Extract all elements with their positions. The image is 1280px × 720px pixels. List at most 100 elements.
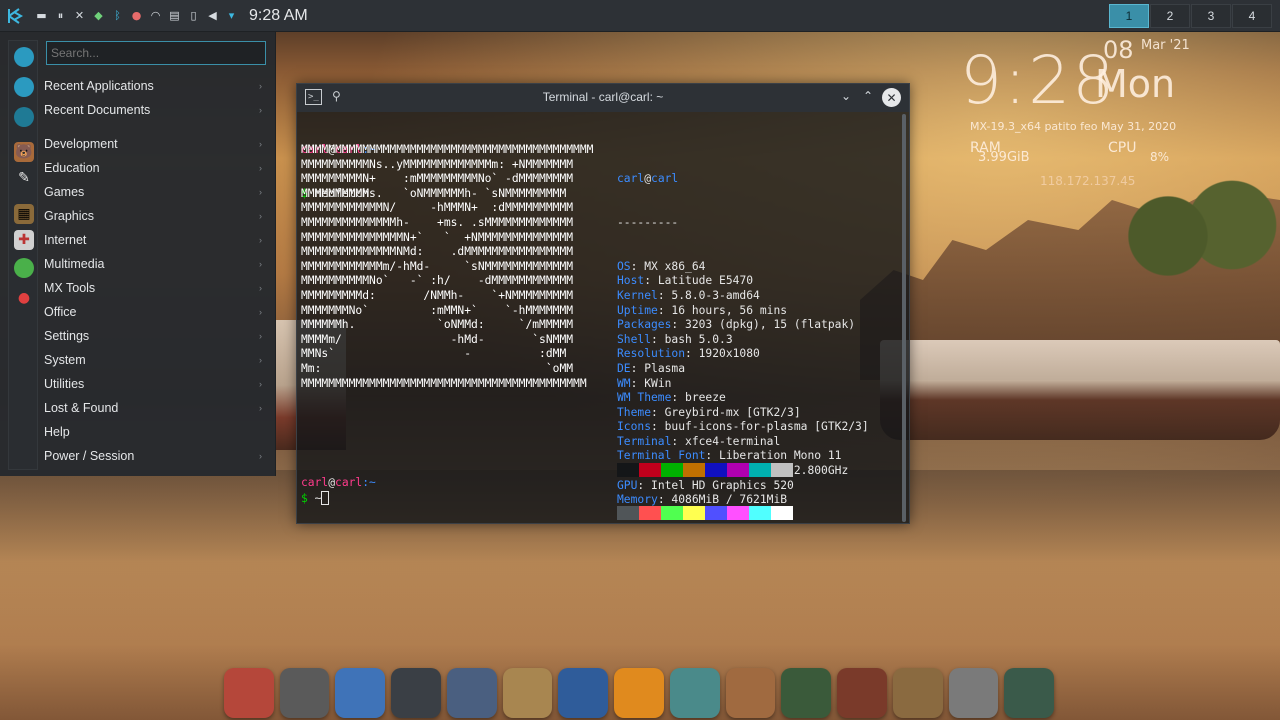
desktop-1-button[interactable]: 1 — [1109, 4, 1149, 28]
color-swatch — [705, 506, 727, 521]
color-swatch — [617, 463, 639, 478]
clipboard-icon[interactable]: ▤ — [167, 8, 182, 23]
menu-item-games[interactable]: Games › — [38, 180, 268, 204]
pause-icon[interactable]: ⏸ — [53, 8, 68, 23]
ascii-line: MMMMMMMMMMMMMMNMd: .dMMMMMMMMMMMMMMMM — [301, 245, 574, 259]
file-manager-icon[interactable] — [335, 668, 386, 718]
firefox-fox-icon[interactable] — [224, 668, 274, 718]
shield-icon[interactable]: ◆ — [91, 8, 106, 23]
info-value: Latitude E5470 — [657, 274, 754, 288]
terminal-output[interactable]: carl@carl:~ $ neofetch MMMMMMMMMMMMMMMMM… — [301, 114, 899, 523]
app-launcher-button[interactable] — [0, 0, 30, 32]
terminal-scrollbar[interactable] — [902, 114, 906, 522]
desktop-2-button[interactable]: 2 — [1150, 4, 1190, 28]
close-button[interactable]: ✕ — [882, 88, 901, 107]
input-line[interactable]: $ ~ — [301, 491, 330, 507]
terminal-window[interactable]: >_ ⚲ Terminal - carl@carl: ~ ⌄ ⌃ ✕ carl@… — [296, 83, 910, 524]
clock-icon[interactable] — [1004, 668, 1055, 718]
info-key: DE — [617, 361, 631, 375]
menu-item-lost-found[interactable]: Lost & Found › — [38, 396, 268, 420]
color-swatch — [661, 463, 683, 478]
disk-drive-icon[interactable] — [279, 668, 330, 718]
menu-item-power-session[interactable]: Power / Session › — [38, 444, 268, 468]
minimize-button[interactable]: ⌄ — [837, 89, 855, 103]
info-value: Plasma — [644, 361, 686, 375]
chevron-right-icon: › — [259, 259, 262, 269]
conky-weekday: Mon — [1095, 62, 1176, 106]
info-line: Icons: buuf-icons-for-plasma [GTK2/3] — [617, 420, 869, 435]
prompt-host: carl — [335, 476, 363, 489]
menu-item-multimedia[interactable]: Multimedia › — [38, 252, 268, 276]
bear-development-icon: 🐻 — [14, 142, 34, 162]
menu-item-education[interactable]: Education › — [38, 156, 268, 180]
prompt-line-2: carl@carl:~ — [301, 476, 376, 491]
info-key: WM — [617, 376, 631, 390]
power-favorite-icon[interactable] — [14, 107, 34, 127]
hammer-tools-icon[interactable] — [502, 668, 553, 718]
menu-item-system[interactable]: System › — [38, 348, 268, 372]
info-value: 5.8.0-3-amd64 — [671, 288, 760, 302]
system-monitor-icon[interactable] — [781, 668, 832, 718]
expand-icon[interactable]: ▾ — [224, 8, 239, 23]
media-player-icon[interactable] — [948, 668, 999, 718]
menu-favorites-sidebar — [8, 40, 38, 470]
network-icon[interactable]: ▬ — [34, 8, 49, 23]
color-swatch — [683, 463, 705, 478]
chevron-right-icon: › — [259, 451, 262, 461]
kde-logo-icon — [8, 7, 24, 24]
menu-item-development[interactable]: Development › — [38, 132, 268, 156]
tools-icon[interactable]: ✕ — [72, 8, 87, 23]
ascii-line: MMMMMMMMMMs. `oNMMMMMMh- `sNMMMMMMMMM — [301, 186, 567, 200]
dock — [222, 662, 1056, 718]
conky-cpu-value: 8% — [1150, 150, 1170, 164]
chevron-right-icon: › — [259, 331, 262, 341]
color-swatch — [639, 463, 661, 478]
menu-item-recent-documents[interactable]: Recent Documents › — [38, 98, 268, 122]
wallpaper-ship — [880, 340, 1280, 440]
maximize-button[interactable]: ⌃ — [859, 89, 877, 103]
volume-icon[interactable]: ◀ — [205, 8, 220, 23]
menu-item-settings[interactable]: Settings › — [38, 324, 268, 348]
color-swatch — [705, 463, 727, 478]
tv-icon[interactable] — [837, 668, 887, 718]
bluetooth-icon[interactable]: ᛒ — [110, 8, 125, 23]
refresh-favorite-icon[interactable] — [14, 77, 34, 97]
terminal-icon[interactable] — [391, 668, 441, 718]
info-line: WM Theme: breeze — [617, 391, 869, 406]
info-key: Kernel — [617, 288, 658, 302]
bear-search-icon[interactable] — [725, 668, 776, 718]
updates-icon[interactable]: ● — [129, 8, 144, 23]
desktop-4-button[interactable]: 4 — [1232, 4, 1272, 28]
battery-icon[interactable]: ▯ — [186, 8, 201, 23]
pencil-education-icon: ✎ — [18, 170, 30, 186]
vlc-cone-icon[interactable] — [614, 668, 664, 718]
info-value: 3203 (dpkg), 15 (flatpak) — [685, 318, 856, 332]
robot-icon[interactable] — [669, 668, 720, 718]
ascii-line: MMMMMMMNo` :mMMN+` `-hMMMMMMM — [301, 303, 574, 317]
menu-search-input[interactable] — [46, 41, 266, 65]
system-tray: ▬ ⏸ ✕ ◆ ᛒ ● ◠ ▤ ▯ ◀ ▾ — [34, 8, 239, 23]
menu-item-help[interactable]: Help — [38, 420, 268, 444]
conky-system-info: MX-19.3_x64 patito feo May 31, 2020 — [970, 120, 1177, 133]
archive-manager-icon[interactable] — [892, 668, 943, 718]
menu-item-recent-applications[interactable]: Recent Applications › — [38, 74, 268, 98]
menu-item-office[interactable]: Office › — [38, 300, 268, 324]
panel-clock[interactable]: 9:28 AM — [249, 7, 308, 25]
kde-favorite-icon[interactable] — [14, 47, 34, 67]
desktop-3-button[interactable]: 3 — [1191, 4, 1231, 28]
skull-globe-icon[interactable] — [558, 668, 609, 718]
internet-icon: ✚ — [14, 230, 34, 250]
menu-item-label: Games — [44, 185, 85, 199]
terminal-titlebar[interactable]: >_ ⚲ Terminal - carl@carl: ~ ⌄ ⌃ ✕ — [297, 84, 909, 112]
menu-item-utilities[interactable]: Utilities › — [38, 372, 268, 396]
menu-item-mx-tools[interactable]: MX Tools › — [38, 276, 268, 300]
wifi-icon[interactable]: ◠ — [148, 8, 163, 23]
palette-dark-row — [617, 463, 793, 478]
package-installer-icon[interactable] — [446, 668, 497, 718]
info-value: 1920x1080 — [698, 347, 760, 361]
chevron-right-icon: › — [259, 211, 262, 221]
chevron-right-icon: › — [259, 379, 262, 389]
ascii-line: MMMMMMMMMMMMN/ -hMMMN+ :dMMMMMMMMMM — [301, 201, 574, 215]
menu-item-graphics[interactable]: Graphics › — [38, 204, 268, 228]
menu-item-internet[interactable]: Internet › — [38, 228, 268, 252]
